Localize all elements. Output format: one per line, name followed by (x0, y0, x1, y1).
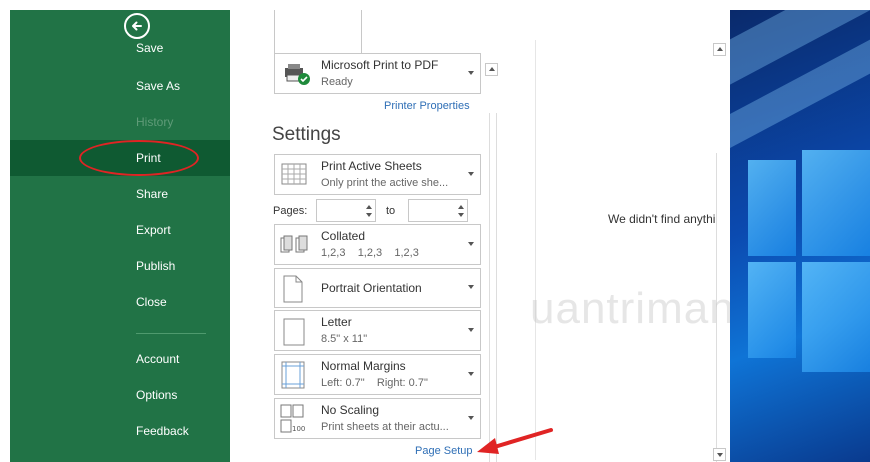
page-setup-link[interactable]: Page Setup (415, 445, 473, 457)
scaling-icon: 100 (280, 404, 305, 433)
windows-logo-pane (748, 160, 796, 256)
sheets-icon (281, 163, 307, 185)
svg-text:100: 100 (292, 425, 305, 433)
margins-dropdown[interactable]: Normal Margins Left: 0.7" Right: 0.7" (274, 354, 481, 395)
printer-icon (285, 64, 310, 85)
printer-name: Microsoft Print to PDF (321, 58, 439, 72)
settings-heading: Settings (272, 124, 341, 145)
collation-dropdown[interactable]: Collated 1,2,3 1,2,3 1,2,3 (274, 224, 481, 265)
print-annotation-circle (79, 140, 199, 176)
nav-export[interactable]: Export (136, 223, 171, 237)
pages-to-input[interactable] (408, 199, 468, 222)
print-what-sub: Only print the active she... (321, 177, 449, 189)
copies-box[interactable] (274, 10, 362, 54)
panel-divider (535, 40, 536, 460)
nav-account[interactable]: Account (136, 352, 179, 366)
nav-divider (136, 333, 206, 334)
nav-save-as[interactable]: Save As (136, 79, 180, 93)
chevron-down-icon (468, 327, 474, 332)
collate-icon (280, 235, 308, 253)
print-what-dropdown[interactable]: Print Active Sheets Only print the activ… (274, 154, 481, 195)
back-arrow-icon[interactable] (124, 13, 150, 39)
margins-title: Normal Margins (321, 359, 406, 373)
paper-size-title: Letter (321, 315, 352, 329)
windows-logo-pane (802, 150, 870, 256)
preview-scroll-down-button[interactable] (713, 448, 726, 461)
windows-logo-pane (802, 262, 870, 372)
nav-share[interactable]: Share (136, 187, 168, 201)
caret-up-icon (489, 67, 495, 71)
scaling-sub: Print sheets at their actu... (321, 421, 449, 433)
pages-to-label: to (386, 205, 396, 217)
chevron-down-icon (468, 70, 474, 75)
preview-scroll-up-button[interactable] (713, 43, 726, 56)
chevron-down-icon (468, 241, 474, 246)
printer-status: Ready (321, 76, 353, 88)
margins-sub: Left: 0.7" Right: 0.7" (321, 377, 428, 389)
collation-title: Collated (321, 229, 366, 243)
orientation-title: Portrait Orientation (321, 281, 422, 295)
nav-publish[interactable]: Publish (136, 259, 175, 273)
windows-desktop-background (730, 10, 870, 462)
caret-up-icon (717, 47, 723, 51)
chevron-down-icon (468, 285, 474, 289)
windows-logo-pane (748, 262, 796, 358)
scrollbar-track (489, 113, 497, 462)
spinner-icon (458, 205, 464, 217)
caret-down-icon (717, 453, 723, 457)
screenshot-frame: Save Save As History Print Share Export … (10, 10, 870, 462)
backstage-nav: Save Save As History Print Share Export … (10, 10, 230, 462)
collation-sub: 1,2,3 1,2,3 1,2,3 (321, 247, 419, 259)
nav-save[interactable]: Save (136, 41, 163, 55)
scaling-dropdown[interactable]: 100 No Scaling Print sheets at their act… (274, 398, 481, 439)
paper-size-sub: 8.5" x 11" (321, 333, 368, 345)
pages-label: Pages: (273, 205, 308, 217)
spinner-icon (366, 205, 372, 217)
preview-scrollbar[interactable] (713, 43, 729, 462)
chevron-down-icon (468, 371, 474, 376)
nav-close[interactable]: Close (136, 295, 167, 309)
nav-options[interactable]: Options (136, 388, 177, 402)
print-what-title: Print Active Sheets (321, 159, 422, 173)
paper-size-dropdown[interactable]: Letter 8.5" x 11" (274, 310, 481, 351)
settings-scrollbar[interactable] (483, 53, 501, 462)
printer-dropdown[interactable]: Microsoft Print to PDF Ready (274, 53, 481, 94)
print-panel: Microsoft Print to PDF Ready Printer Pro… (230, 10, 759, 462)
orientation-dropdown[interactable]: Portrait Orientation (274, 268, 481, 308)
nav-history: History (136, 115, 174, 129)
chevron-down-icon (468, 415, 474, 420)
chevron-down-icon (468, 171, 474, 176)
annotation-arrow-icon (477, 428, 553, 454)
pages-from-input[interactable] (316, 199, 376, 222)
scroll-up-button[interactable] (485, 63, 498, 76)
nav-feedback[interactable]: Feedback (136, 424, 189, 438)
preview-message: We didn't find anythi (608, 212, 716, 226)
watermark-text: uantrimang (530, 284, 761, 333)
margins-icon (281, 361, 305, 389)
paper-size-icon (283, 318, 305, 346)
printer-properties-link[interactable]: Printer Properties (384, 100, 470, 112)
portrait-page-icon (283, 275, 303, 303)
scaling-title: No Scaling (321, 403, 380, 417)
